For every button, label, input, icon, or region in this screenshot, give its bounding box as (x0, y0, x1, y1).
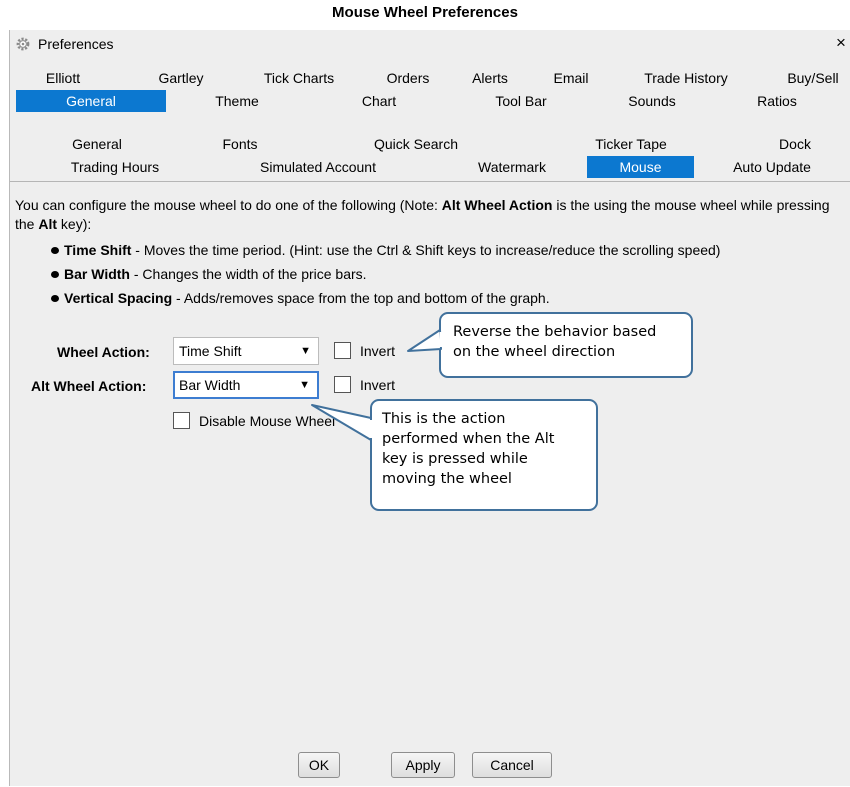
subtab-auto-update[interactable]: Auto Update (717, 156, 827, 178)
dropdown-arrow-icon: ▼ (299, 379, 310, 391)
description-text: You can configure the mouse wheel to do … (15, 197, 830, 232)
tab-email[interactable]: Email (547, 67, 595, 89)
bullet-icon (51, 271, 59, 278)
bullet-time-shift: Time Shift - Moves the time period. (Hin… (51, 242, 720, 258)
bullet-vertical-spacing: Vertical Spacing - Adds/removes space fr… (51, 290, 550, 306)
close-icon[interactable]: × (836, 33, 846, 53)
sub-tabs-row-1: General Fonts Quick Search Ticker Tape D… (10, 133, 850, 155)
subtab-simulated-account[interactable]: Simulated Account (233, 156, 403, 178)
alt-wheel-invert-label: Invert (360, 377, 396, 393)
tab-tool-bar[interactable]: Tool Bar (450, 90, 592, 112)
subtab-watermark[interactable]: Watermark (457, 156, 567, 178)
alt-wheel-invert-checkbox[interactable] (334, 376, 351, 393)
tab-tick-charts[interactable]: Tick Charts (256, 67, 342, 89)
invert-callout: Reverse the behavior based on the wheel … (439, 312, 693, 378)
tab-trade-history[interactable]: Trade History (634, 67, 738, 89)
gear-icon (16, 37, 30, 51)
title-bar: Preferences × (10, 30, 850, 60)
top-tabs-row-1: Elliott Wave Gartley Tick Charts Orders … (10, 67, 850, 108)
ok-button[interactable]: OK (298, 752, 340, 778)
wheel-action-label: Wheel Action: (57, 344, 150, 360)
alt-wheel-action-label: Alt Wheel Action: (31, 378, 147, 394)
subtab-mouse[interactable]: Mouse (587, 156, 694, 178)
tab-alerts[interactable]: Alerts (466, 67, 514, 89)
tab-sounds[interactable]: Sounds (592, 90, 712, 112)
dialog-title: Preferences (38, 36, 114, 52)
subtab-fonts[interactable]: Fonts (180, 133, 300, 155)
subtab-trading-hours[interactable]: Trading Hours (55, 156, 175, 178)
disable-mouse-wheel-checkbox[interactable] (173, 412, 190, 429)
wheel-action-value: Time Shift (179, 343, 242, 359)
disable-mouse-wheel-label: Disable Mouse Wheel (199, 413, 336, 429)
tab-ratios[interactable]: Ratios (730, 90, 824, 112)
subtab-general[interactable]: General (32, 133, 162, 155)
tab-chart[interactable]: Chart (308, 90, 450, 112)
tab-orders[interactable]: Orders (382, 67, 434, 89)
dropdown-arrow-icon: ▼ (300, 345, 311, 357)
tab-buy-sell[interactable]: Buy/Sell (780, 67, 846, 89)
bullet-icon (51, 295, 59, 302)
apply-button[interactable]: Apply (391, 752, 455, 778)
tab-elliott-wave[interactable]: Elliott Wave (27, 67, 99, 108)
tab-general-top[interactable]: General (16, 90, 166, 112)
wheel-invert-label: Invert (360, 343, 396, 359)
bullet-bar-width: Bar Width - Changes the width of the pri… (51, 266, 367, 282)
subtab-dock[interactable]: Dock (745, 133, 845, 155)
subtab-quick-search[interactable]: Quick Search (346, 133, 486, 155)
tab-gartley[interactable]: Gartley (151, 67, 211, 89)
alt-callout-text: This is the action performed when the Al… (382, 411, 555, 487)
invert-callout-text: Reverse the behavior based on the wheel … (453, 324, 657, 360)
top-tabs-row-2: General Theme Chart Tool Bar Sounds Rati… (10, 90, 850, 112)
bullet-icon (51, 247, 59, 254)
figure-caption: Mouse Wheel Preferences (332, 4, 518, 21)
alt-wheel-action-value: Bar Width (179, 377, 241, 393)
subtab-ticker-tape[interactable]: Ticker Tape (576, 133, 686, 155)
cancel-button[interactable]: Cancel (472, 752, 552, 778)
wheel-invert-checkbox[interactable] (334, 342, 351, 359)
alt-action-callout: This is the action performed when the Al… (370, 399, 598, 511)
sub-tabs-row-2: Trading Hours Simulated Account Watermar… (10, 156, 850, 178)
tab-theme[interactable]: Theme (166, 90, 308, 112)
alt-wheel-action-select[interactable]: Bar Width ▼ (173, 371, 319, 399)
wheel-action-select[interactable]: Time Shift ▼ (173, 337, 319, 365)
